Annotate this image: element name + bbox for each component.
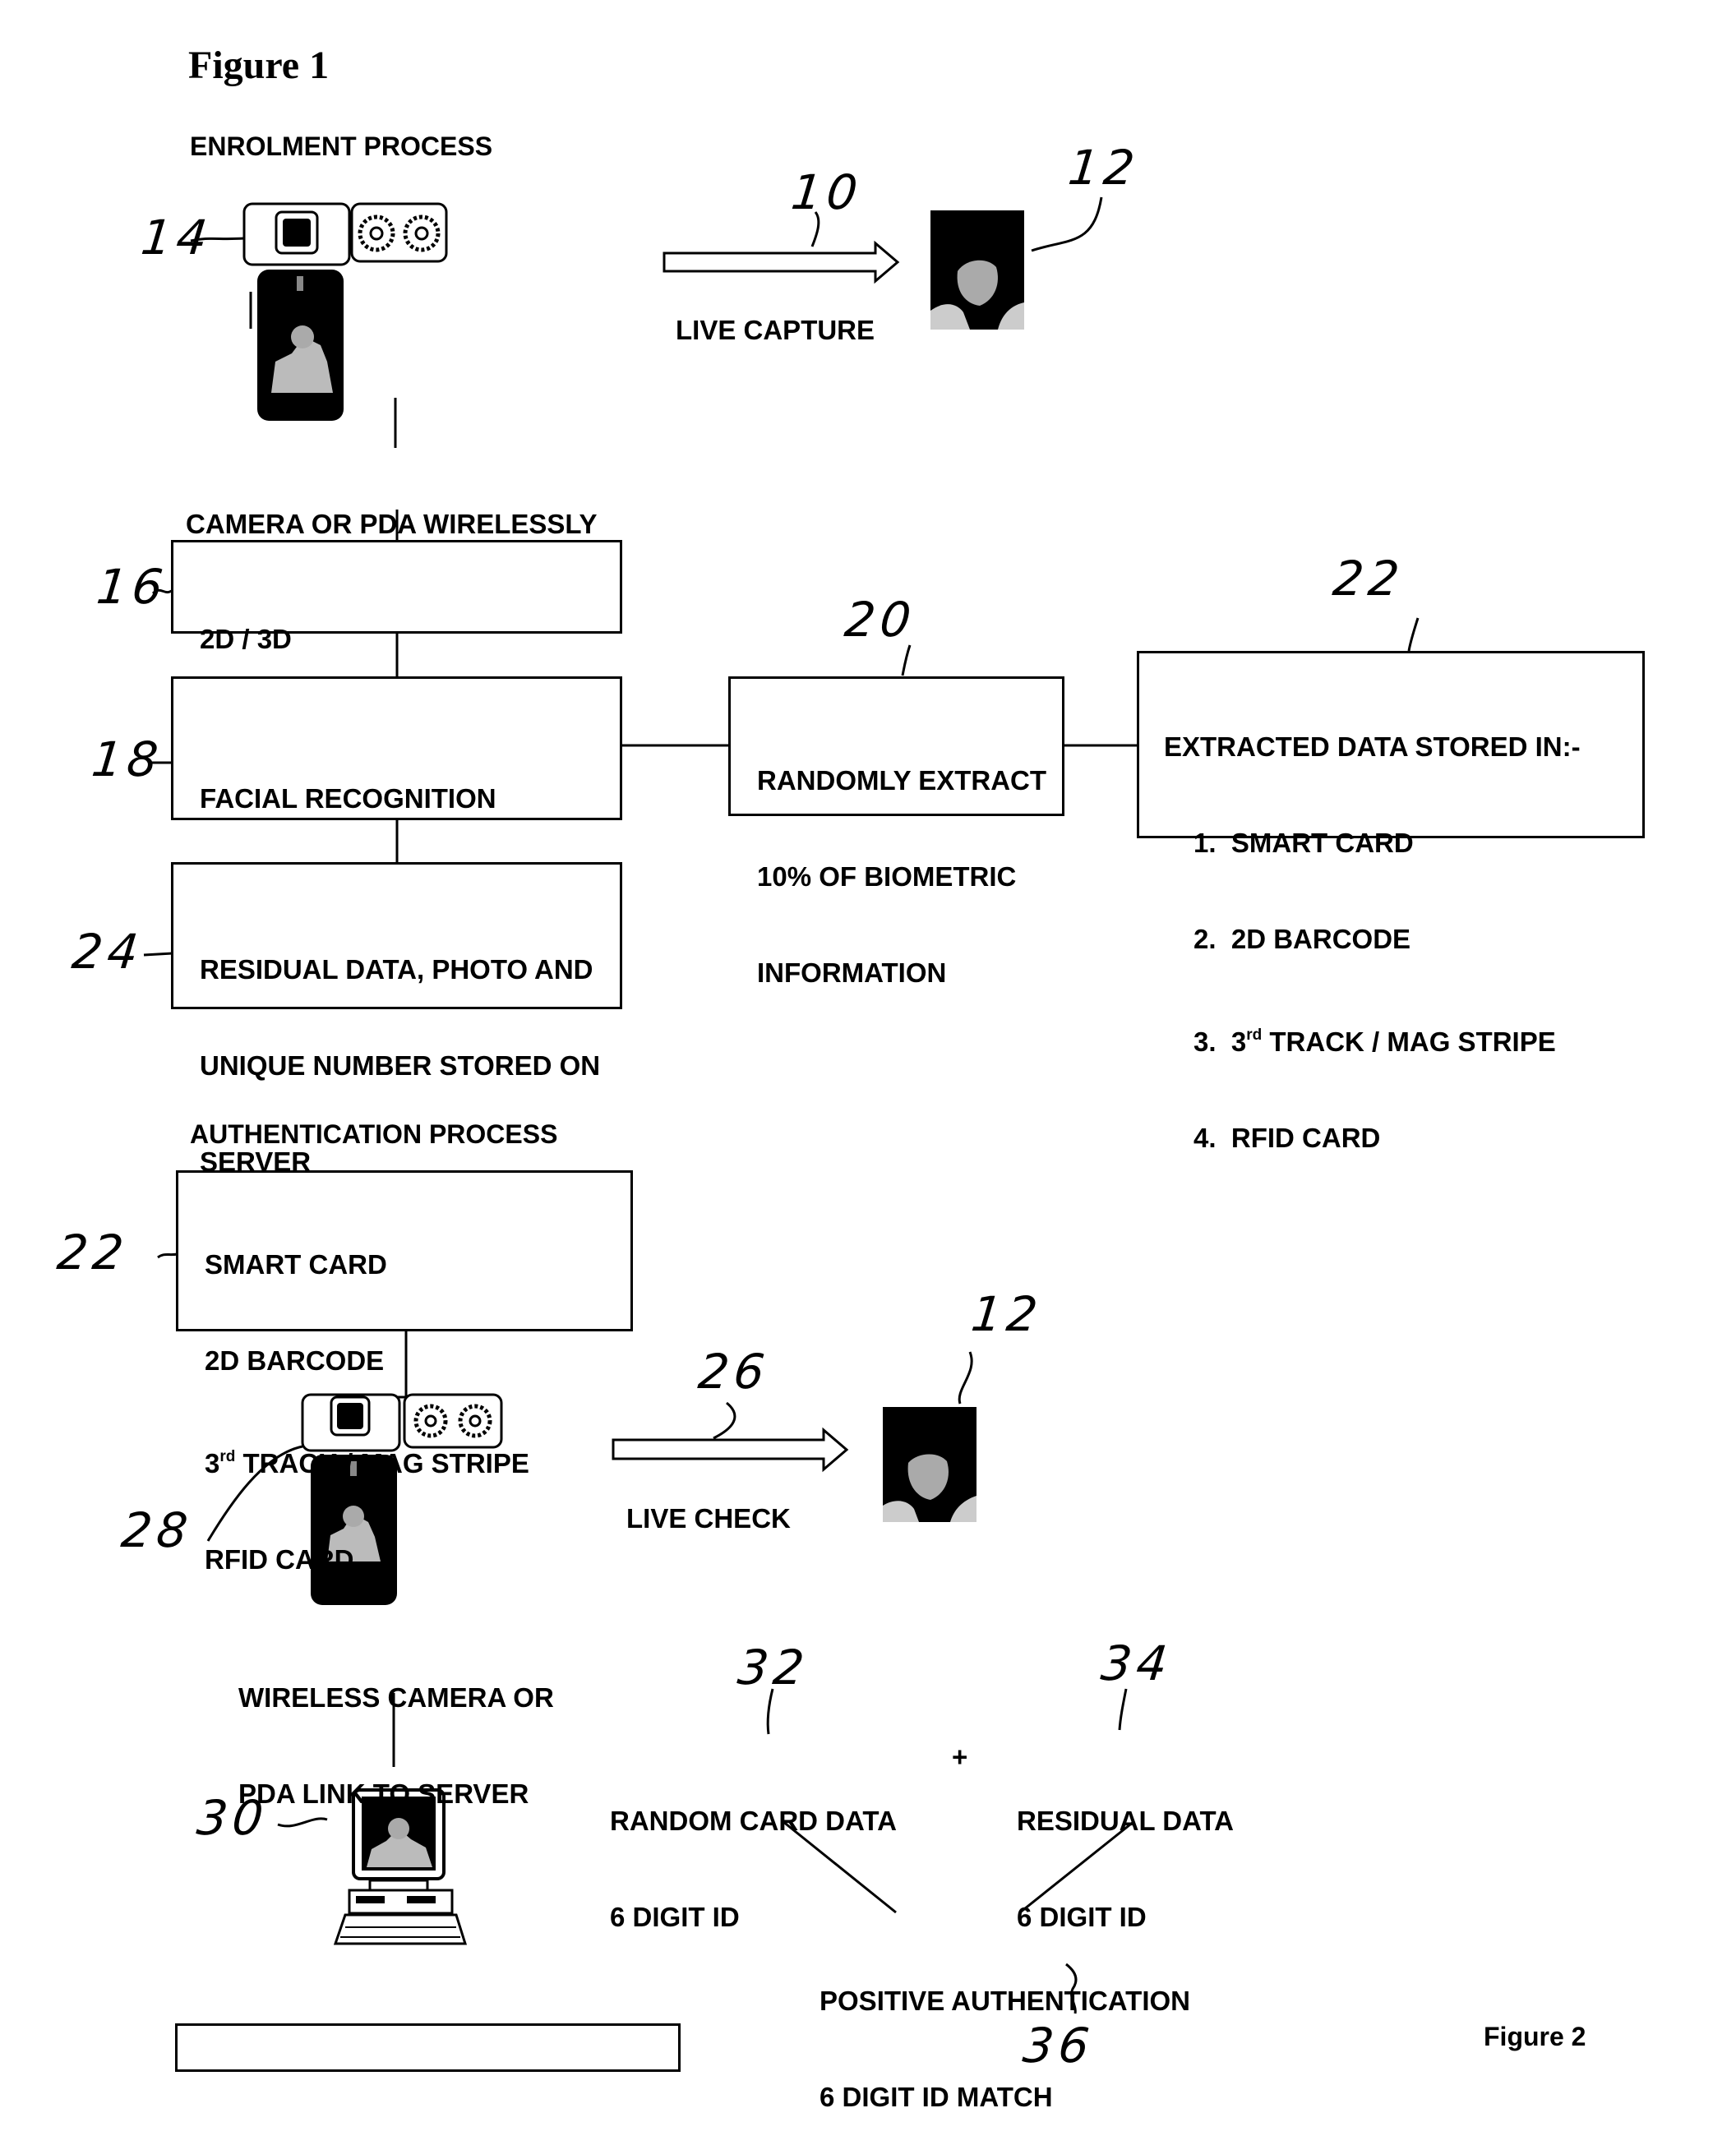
ref-22-auth: 22 xyxy=(54,1225,132,1280)
ref-22-enrolment: 22 xyxy=(1330,551,1407,607)
ref-12-enrolment: 12 xyxy=(1065,140,1143,196)
box-line: FACIAL RECOGNITION xyxy=(200,783,496,814)
storage-item: 1. SMART CARD xyxy=(1194,828,1414,858)
random-card-line: RANDOM CARD DATA xyxy=(610,1806,897,1836)
ref-12-auth: 12 xyxy=(968,1286,1046,1342)
box-line: RESIDUAL DATA, PHOTO AND xyxy=(200,954,593,985)
ref-18: 18 xyxy=(89,731,166,787)
leader-22b xyxy=(157,1252,178,1259)
leader-22a xyxy=(1407,617,1420,652)
leader-26 xyxy=(713,1401,736,1440)
leader-34 xyxy=(1118,1688,1128,1731)
leader-20 xyxy=(901,644,912,676)
ref-26: 26 xyxy=(695,1344,773,1400)
caption-line: PDA LINK TO SERVER xyxy=(238,1778,529,1809)
box-line: SMART CARD xyxy=(205,1249,387,1280)
result-line: POSITIVE AUTHENTICATION xyxy=(820,1986,1191,2016)
live-check-label: LIVE CHECK xyxy=(626,1503,791,1534)
extracted-data-box: EXTRACTED DATA STORED IN:- 1. SMART CARD… xyxy=(1137,651,1645,1153)
wireless-camera-caption: WIRELESS CAMERA OR PDA LINK TO SERVER xyxy=(238,1617,554,1842)
residual-data-box: RESIDUAL DATA, PHOTO AND UNIQUE NUMBER S… xyxy=(171,862,622,1177)
ref-32: 32 xyxy=(735,1640,812,1695)
ref-28: 28 xyxy=(118,1502,196,1558)
leader-12b xyxy=(958,1351,973,1405)
positive-authentication: POSITIVE AUTHENTICATION 6 DIGIT ID MATCH xyxy=(820,1921,1190,2145)
caption-line: WIRELESS CAMERA OR xyxy=(238,1682,554,1713)
leader-12a xyxy=(1031,196,1103,252)
residual-line: RESIDUAL DATA xyxy=(1017,1806,1234,1836)
box-line: 2D / 3D xyxy=(200,624,292,654)
ref-34: 34 xyxy=(1098,1635,1175,1691)
plus-sign: + xyxy=(952,1741,968,1772)
box-heading: EXTRACTED DATA STORED IN:- xyxy=(1164,731,1581,762)
box-line: RFID CARD xyxy=(205,1544,354,1575)
camera-caption-line: CAMERA OR PDA WIRELESSLY xyxy=(186,509,598,539)
image-capture-box: 2D / 3D IMAGE CAPTURE xyxy=(171,540,622,750)
box-line: 10% OF BIOMETRIC xyxy=(757,861,1017,892)
storage-item: 4. RFID CARD xyxy=(1194,1123,1381,1153)
ref-16: 16 xyxy=(94,559,171,615)
result-line: 6 DIGIT ID MATCH xyxy=(820,2082,1053,2112)
box-line: UNIQUE NUMBER STORED ON xyxy=(200,1050,601,1081)
card-media-box: SMART CARD 2D BARCODE 3rd TRACK / MAG ST… xyxy=(176,1170,633,1575)
authentication-heading: AUTHENTICATION PROCESS xyxy=(190,1119,558,1149)
figure-2-title: Figure 2 xyxy=(1484,2022,1586,2051)
ref-20: 20 xyxy=(842,592,919,648)
box-line: INFORMATION xyxy=(757,957,947,988)
empty-box xyxy=(175,2023,681,2072)
right-arrow-icon xyxy=(612,1427,849,1473)
leader-24 xyxy=(143,952,173,957)
box-line: 3rd TRACK / MAG STRIPE xyxy=(205,1448,529,1478)
ref-10: 10 xyxy=(788,164,866,220)
box-line: RANDOMLY EXTRACT xyxy=(757,765,1047,796)
ref-24: 24 xyxy=(69,924,146,980)
live-capture-label: LIVE CAPTURE xyxy=(676,315,875,345)
leader-32 xyxy=(766,1688,774,1735)
face-photo-icon xyxy=(883,1407,976,1522)
ref-14: 14 xyxy=(138,210,215,265)
random-extract-box: RANDOMLY EXTRACT 10% OF BIOMETRIC INFORM… xyxy=(728,676,1064,988)
storage-item: 3. 3rd TRACK / MAG STRIPE xyxy=(1194,1026,1556,1057)
face-photo-icon xyxy=(930,210,1024,330)
box-line: 2D BARCODE xyxy=(205,1345,385,1376)
storage-item: 2. 2D BARCODE xyxy=(1194,924,1411,954)
facial-recognition-box: FACIAL RECOGNITION SOFTWARE PROCESS xyxy=(171,676,622,910)
camera-pda-icon xyxy=(242,202,448,421)
right-arrow-icon xyxy=(663,240,900,284)
